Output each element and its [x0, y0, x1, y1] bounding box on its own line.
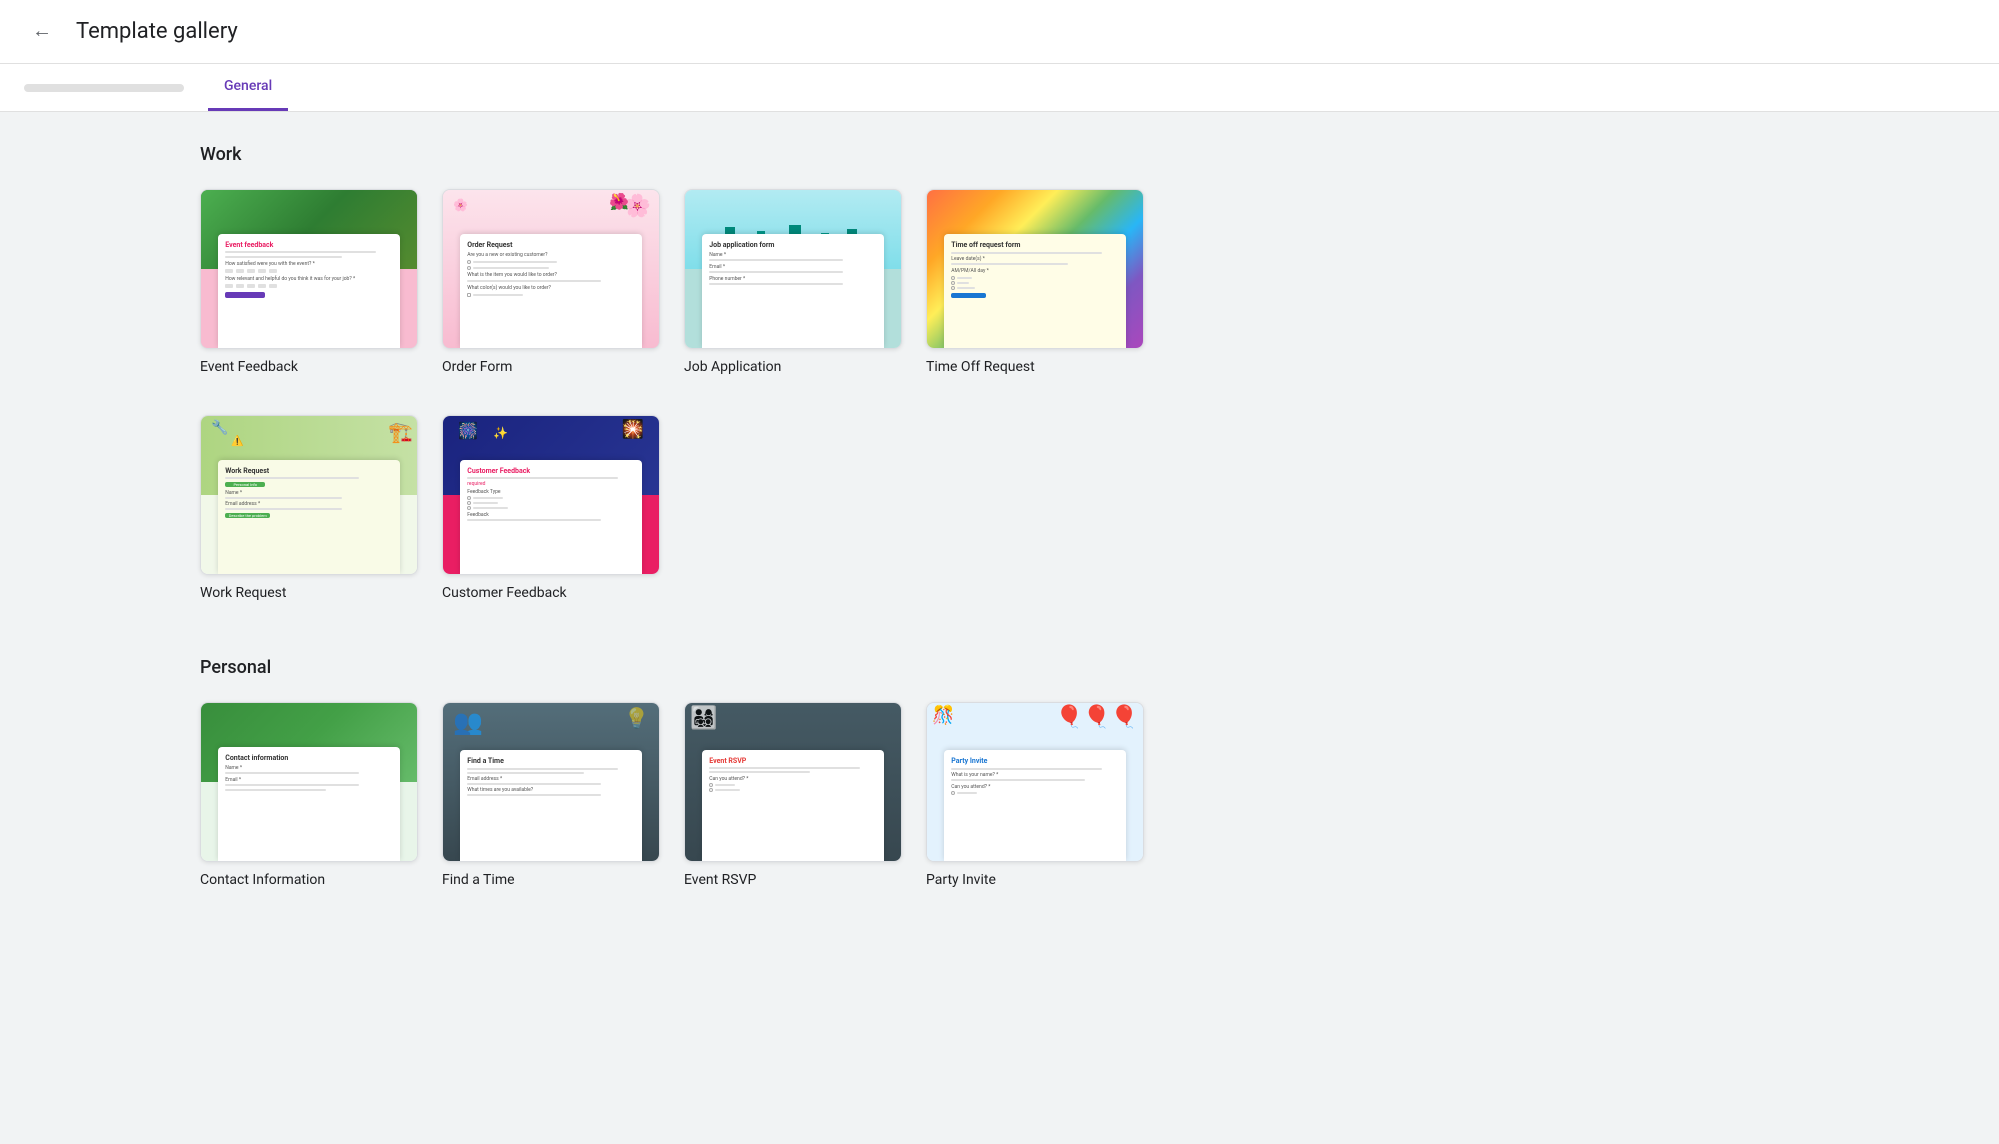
event-rsvp-label: Event RSVP	[684, 872, 902, 888]
work-request-label: Work Request	[200, 585, 418, 601]
job-application-thumb: Job application form Name * Email * Phon…	[684, 189, 902, 349]
event-rsvp-thumb: 👨‍👩‍👧‍👦 Event RSVP Can you attend? *	[684, 702, 902, 862]
order-form-thumb: 🌸 🌺 🌸 Order Request Are you a new or exi…	[442, 189, 660, 349]
template-contact-info[interactable]: Contact information Name * Email * Conta…	[200, 702, 418, 888]
party-invite-thumb: 🎈🎈🎈 🎊 Party Invite What is your name? * …	[926, 702, 1144, 862]
time-off-thumb: Time off request form Leave date(s) * AM…	[926, 189, 1144, 349]
template-job-application[interactable]: Job application form Name * Email * Phon…	[684, 189, 902, 375]
time-off-label: Time Off Request	[926, 359, 1144, 375]
event-feedback-label: Event Feedback	[200, 359, 418, 375]
template-event-rsvp[interactable]: 👨‍👩‍👧‍👦 Event RSVP Can you attend? *	[684, 702, 902, 888]
tabs-bar: General	[0, 64, 1999, 112]
customer-feedback-label: Customer Feedback	[442, 585, 660, 601]
back-button[interactable]: ←	[24, 12, 60, 51]
find-time-label: Find a Time	[442, 872, 660, 888]
work-templates-row2: 🏗️ 🔧 ⚠️ Work Request Personal Info Name …	[200, 415, 1799, 601]
job-application-label: Job Application	[684, 359, 902, 375]
template-time-off[interactable]: Time off request form Leave date(s) * AM…	[926, 189, 1144, 375]
template-event-feedback[interactable]: Event feedback How satisfied were you wi…	[200, 189, 418, 375]
contact-info-thumb: Contact information Name * Email *	[200, 702, 418, 862]
personal-section-title: Personal	[200, 657, 1799, 678]
work-section-title: Work	[200, 144, 1799, 165]
customer-feedback-thumb: 🎆 🎇 ✨ Customer Feedback required Feedbac…	[442, 415, 660, 575]
page-title: Template gallery	[76, 19, 238, 44]
contact-info-label: Contact Information	[200, 872, 418, 888]
event-feedback-thumb: Event feedback How satisfied were you wi…	[200, 189, 418, 349]
order-form-label: Order Form	[442, 359, 660, 375]
template-find-time[interactable]: 👥 💡 Find a Time Email address * What tim…	[442, 702, 660, 888]
blurred-tab	[24, 84, 184, 92]
tab-general[interactable]: General	[208, 64, 288, 111]
back-arrow-icon: ←	[32, 20, 52, 43]
work-templates-row1: Event feedback How satisfied were you wi…	[200, 189, 1799, 375]
work-request-thumb: 🏗️ 🔧 ⚠️ Work Request Personal Info Name …	[200, 415, 418, 575]
page-header: ← Template gallery	[0, 0, 1999, 64]
main-content: Work Event feedback How satisfied were y…	[0, 112, 1999, 960]
party-invite-label: Party Invite	[926, 872, 1144, 888]
template-order-form[interactable]: 🌸 🌺 🌸 Order Request Are you a new or exi…	[442, 189, 660, 375]
template-customer-feedback[interactable]: 🎆 🎇 ✨ Customer Feedback required Feedbac…	[442, 415, 660, 601]
template-party-invite[interactable]: 🎈🎈🎈 🎊 Party Invite What is your name? * …	[926, 702, 1144, 888]
template-work-request[interactable]: 🏗️ 🔧 ⚠️ Work Request Personal Info Name …	[200, 415, 418, 601]
personal-templates: Contact information Name * Email * Conta…	[200, 702, 1799, 888]
find-time-thumb: 👥 💡 Find a Time Email address * What tim…	[442, 702, 660, 862]
